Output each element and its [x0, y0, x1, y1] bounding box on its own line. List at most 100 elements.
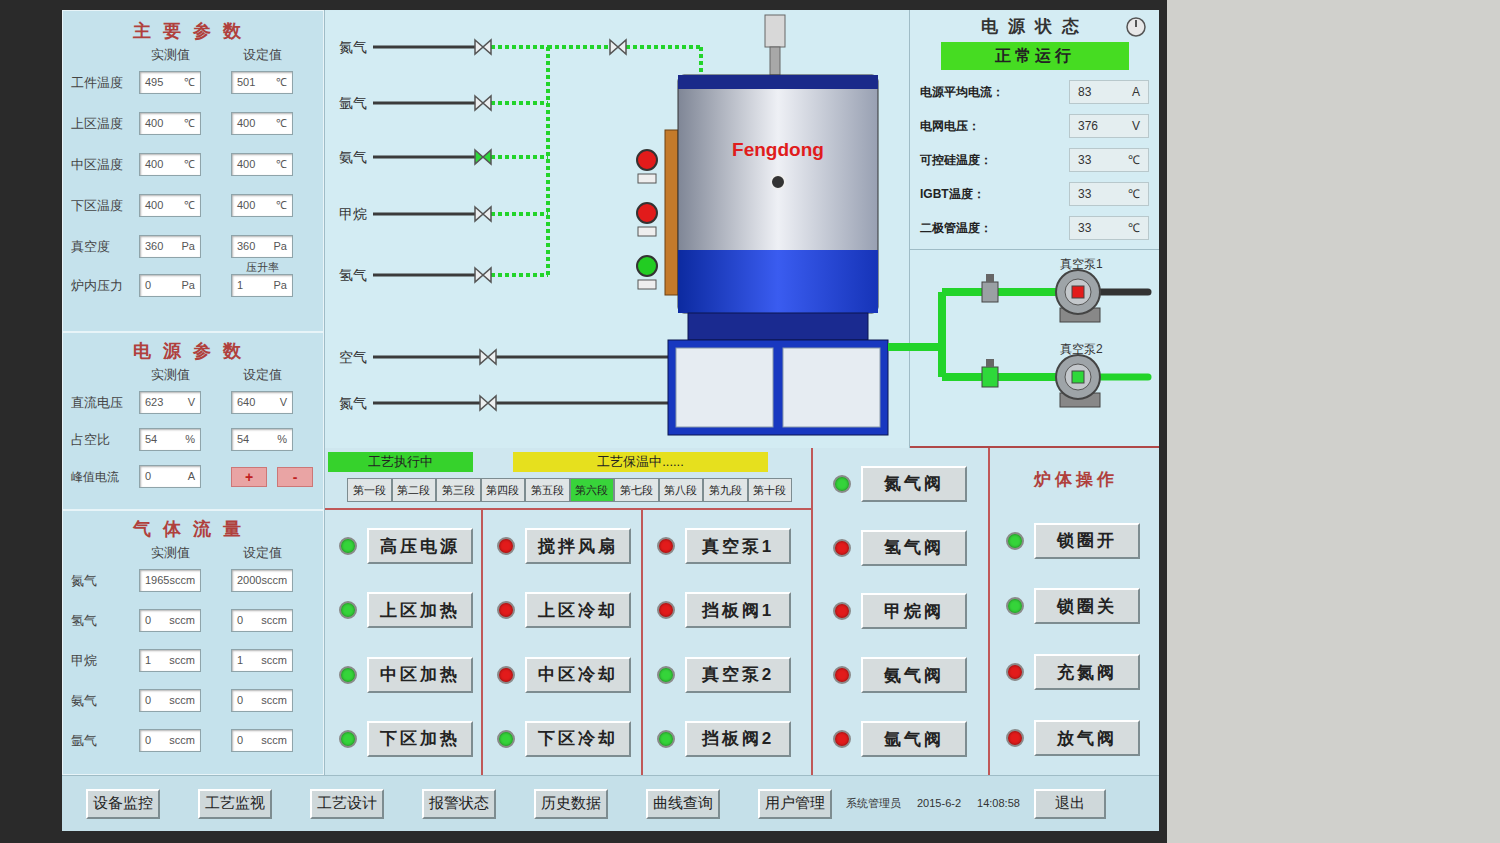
indicator-dot [833, 730, 851, 748]
furnace-ops-column: 炉体操作锁圈开锁圈关充氮阀放气阀 [990, 448, 1159, 775]
gas-label: 甲烷 [339, 205, 367, 223]
main-valve-icon[interactable] [610, 40, 626, 54]
measured-box: 54% [139, 428, 201, 451]
status-row: 电源平均电流：83A [920, 80, 1149, 104]
nav-button[interactable]: 用户管理 [758, 789, 832, 819]
nav-button[interactable]: 工艺监视 [198, 789, 272, 819]
indicator-dot [339, 601, 357, 619]
segment-tab[interactable]: 第八段 [659, 478, 704, 502]
adjust-button[interactable]: - [277, 467, 313, 487]
control-button[interactable]: 充氮阀 [1034, 654, 1140, 690]
control-item: 挡板阀2 [657, 721, 811, 757]
exit-button[interactable]: 退出 [1034, 789, 1106, 819]
value-text: 0 [145, 735, 151, 746]
nav-button[interactable]: 报警状态 [422, 789, 496, 819]
segment-tab[interactable]: 第六段 [570, 478, 615, 502]
value-text: 400 [237, 159, 255, 170]
valve-icon[interactable] [475, 150, 491, 164]
indicator-dot [497, 537, 515, 555]
indicator-dot [1006, 729, 1024, 747]
measured-box: 0sccm [139, 729, 201, 752]
nav-button[interactable]: 工艺设计 [310, 789, 384, 819]
status-row: 电网电压：376V [920, 114, 1149, 138]
control-button[interactable]: 真空泵1 [685, 528, 791, 564]
set-box: 501℃ [231, 71, 293, 94]
param-label: 占空比 [71, 430, 139, 450]
control-button[interactable]: 上区冷却 [525, 592, 631, 628]
value-text: 54 [145, 434, 157, 445]
segment-tab[interactable]: 第五段 [525, 478, 570, 502]
valve-icon[interactable] [480, 350, 496, 364]
control-button[interactable]: 搅拌风扇 [525, 528, 631, 564]
control-button[interactable]: 氢气阀 [861, 530, 967, 566]
column-headers: 实测值设定值 [71, 45, 315, 65]
control-button[interactable]: 中区冷却 [525, 657, 631, 693]
indicator-dot [339, 537, 357, 555]
value-text: 0 [237, 615, 243, 626]
valve-icon[interactable] [475, 268, 491, 282]
panel-title: 电源状态 [981, 14, 1089, 40]
status-label: 电源平均电流： [920, 83, 1004, 101]
adjust-button[interactable]: + [231, 467, 267, 487]
vacuum-pump-icon[interactable] [942, 270, 1148, 322]
indicator-dot [833, 475, 851, 493]
logout-icon[interactable] [1125, 16, 1147, 38]
segment-tab[interactable]: 第一段 [347, 478, 392, 502]
segment-tab[interactable]: 第十段 [748, 478, 793, 502]
vacuum-pump-icon[interactable] [942, 355, 1148, 407]
param-label: 工件温度 [71, 73, 139, 93]
control-button[interactable]: 甲烷阀 [861, 593, 967, 629]
control-button[interactable]: 挡板阀2 [685, 721, 791, 757]
control-button[interactable]: 放气阀 [1034, 720, 1140, 756]
valve-icon[interactable] [475, 207, 491, 221]
unit-text: % [185, 434, 195, 445]
control-button[interactable]: 中区加热 [367, 657, 473, 693]
param-row: 氢气0sccm0sccm [71, 609, 315, 632]
segment-tab[interactable]: 第九段 [703, 478, 748, 502]
measured-box: 400℃ [139, 153, 201, 176]
value-text: 54 [237, 434, 249, 445]
param-label: 氩气 [71, 731, 139, 751]
valve-icon[interactable] [475, 40, 491, 54]
photo-frame: 主要参数实测值设定值工件温度495℃501℃上区温度400℃400℃中区温度40… [0, 0, 1500, 843]
control-button[interactable]: 挡板阀1 [685, 592, 791, 628]
valve-icon[interactable] [475, 96, 491, 110]
unit-text: ℃ [184, 159, 195, 170]
control-item: 上区冷却 [497, 592, 641, 628]
value-text: 360 [145, 241, 163, 252]
control-button[interactable]: 锁圈关 [1034, 588, 1140, 624]
indicator-dot [833, 666, 851, 684]
pressure-row: 炉内压力0Pa压升率1Pa [71, 260, 315, 297]
value-text: 1 [237, 280, 243, 291]
control-button[interactable]: 氩气阀 [861, 721, 967, 757]
indicator-dot [657, 537, 675, 555]
nav-button[interactable]: 历史数据 [534, 789, 608, 819]
unit-text: sccm [169, 575, 195, 586]
peak-current-row: 峰值电流0A+- [71, 465, 315, 488]
valve-icon[interactable] [480, 396, 496, 410]
control-item: 氨气阀 [833, 657, 988, 693]
control-button[interactable]: 锁圈开 [1034, 523, 1140, 559]
measured-box: 1sccm [139, 649, 201, 672]
control-button[interactable]: 真空泵2 [685, 657, 791, 693]
control-button[interactable]: 高压电源 [367, 528, 473, 564]
segment-tab[interactable]: 第二段 [392, 478, 437, 502]
segment-tab[interactable]: 第三段 [436, 478, 481, 502]
power-status-panel: 电源状态正常运行电源平均电流：83A电网电压：376V可控硅温度：33℃IGBT… [910, 10, 1159, 250]
control-button[interactable]: 氮气阀 [861, 466, 967, 502]
process-band: 工艺执行中工艺保温中......第一段第二段第三段第四段第五段第六段第七段第八段… [325, 448, 811, 510]
header-set: 设定值 [231, 543, 293, 563]
segment-tab[interactable]: 第四段 [481, 478, 526, 502]
control-button[interactable]: 下区加热 [367, 721, 473, 757]
value-text: 2000 [237, 575, 261, 586]
unit-text: sccm [169, 695, 195, 706]
nav-button[interactable]: 设备监控 [86, 789, 160, 819]
time-text: 14:08:58 [977, 795, 1020, 812]
value-text: 0 [237, 735, 243, 746]
control-button[interactable]: 上区加热 [367, 592, 473, 628]
control-button[interactable]: 下区冷却 [525, 721, 631, 757]
nav-button[interactable]: 曲线查询 [646, 789, 720, 819]
segment-tab[interactable]: 第七段 [614, 478, 659, 502]
control-button[interactable]: 氨气阀 [861, 657, 967, 693]
unit-text: Pa [274, 280, 287, 291]
